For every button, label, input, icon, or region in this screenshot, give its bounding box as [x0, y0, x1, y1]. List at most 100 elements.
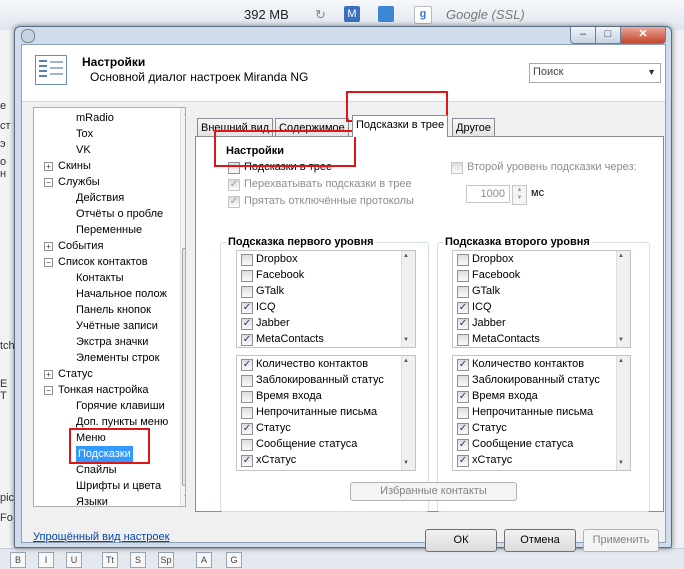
apply-button[interactable]: Применить: [583, 529, 659, 552]
item-checkbox[interactable]: ✓: [457, 455, 469, 467]
item-checkbox[interactable]: ✓: [457, 359, 469, 371]
format-toolbar-icon[interactable]: B: [10, 552, 26, 568]
maximize-button[interactable]: □: [595, 27, 621, 44]
scroll-down-icon[interactable]: ▼: [403, 460, 409, 466]
collapse-icon[interactable]: −: [44, 178, 53, 187]
item-checkbox[interactable]: [241, 375, 253, 387]
tree-item[interactable]: Переменные: [76, 222, 142, 238]
bookmark-icon[interactable]: [378, 6, 394, 22]
tree-item[interactable]: Начальное полож: [76, 286, 167, 302]
scrollbar[interactable]: [616, 251, 630, 347]
tree-item[interactable]: Статус: [58, 366, 93, 382]
tree-item[interactable]: Контакты: [76, 270, 124, 286]
item-checkbox[interactable]: ✓: [241, 334, 253, 346]
tree-item[interactable]: Горячие клавиши: [76, 398, 165, 414]
second-level-protocols[interactable]: Dropbox Facebook GTalk ✓ ICQ ✓ Jabber MetaConta…: [452, 250, 631, 348]
tree-item[interactable]: Тонкая настройка: [58, 382, 149, 398]
tree-item[interactable]: Языки: [76, 494, 108, 506]
search-dropdown[interactable]: Поиск ▼: [529, 63, 661, 83]
item-checkbox[interactable]: [457, 375, 469, 387]
item-checkbox[interactable]: [457, 286, 469, 298]
item-checkbox[interactable]: [241, 286, 253, 298]
tree-item[interactable]: Панель кнопок: [76, 302, 151, 318]
mail-icon[interactable]: M: [344, 6, 360, 22]
item-checkbox[interactable]: ✓: [457, 439, 469, 451]
scroll-down-icon[interactable]: ▼: [403, 337, 409, 343]
spinner-arrows-icon[interactable]: ▲ ▼: [512, 185, 527, 205]
tree-item[interactable]: Элементы строк: [76, 350, 159, 366]
tree-item[interactable]: VK: [76, 142, 91, 158]
first-level-protocols[interactable]: Dropbox Facebook GTalk ✓ ICQ ✓ Jabber ✓ MetaCont…: [236, 250, 416, 348]
scroll-up-icon[interactable]: ▲: [183, 110, 185, 117]
scroll-down-icon[interactable]: ▼: [618, 460, 624, 466]
scroll-up-icon[interactable]: ▲: [618, 253, 624, 259]
format-toolbar-icon[interactable]: S: [130, 552, 146, 568]
item-checkbox[interactable]: ✓: [457, 391, 469, 403]
item-checkbox[interactable]: [241, 439, 253, 451]
item-checkbox[interactable]: [457, 270, 469, 282]
item-checkbox[interactable]: ✓: [457, 423, 469, 435]
favorite-contacts-button[interactable]: Избранные контакты: [350, 482, 517, 501]
item-checkbox[interactable]: ✓: [241, 318, 253, 330]
scrollbar[interactable]: [401, 251, 415, 347]
tree-item[interactable]: События: [58, 238, 103, 254]
item-checkbox[interactable]: [457, 407, 469, 419]
format-toolbar-icon[interactable]: Tt: [102, 552, 118, 568]
close-button[interactable]: ✕: [620, 27, 666, 44]
item-checkbox[interactable]: [241, 254, 253, 266]
scroll-down-icon[interactable]: ▼: [618, 337, 624, 343]
scrollbar[interactable]: [401, 356, 415, 470]
tree-item[interactable]: Список контактов: [58, 254, 148, 270]
expand-icon[interactable]: +: [44, 370, 53, 379]
first-level-items[interactable]: ✓ Количество контактов Заблокированный ста…: [236, 355, 416, 471]
tree-item[interactable]: mRadio: [76, 110, 114, 126]
tab-tray-tooltips[interactable]: Подсказки в трее: [352, 115, 449, 137]
cancel-button[interactable]: Отмена: [504, 529, 576, 552]
item-checkbox[interactable]: ✓: [457, 318, 469, 330]
search-engine-box[interactable]: Google (SSL): [446, 7, 525, 22]
format-toolbar-icon[interactable]: U: [66, 552, 82, 568]
second-level-checkbox[interactable]: [451, 162, 463, 174]
item-checkbox[interactable]: [241, 270, 253, 282]
format-toolbar-icon[interactable]: Sp: [158, 552, 174, 568]
scroll-down-icon[interactable]: ▼: [183, 494, 185, 501]
delay-spinner[interactable]: 1000: [466, 185, 510, 203]
item-checkbox[interactable]: ✓: [241, 302, 253, 314]
simple-view-link[interactable]: Упрощённый вид настроек: [33, 531, 169, 543]
google-icon[interactable]: g: [414, 6, 432, 24]
minimize-button[interactable]: –: [570, 27, 596, 44]
refresh-icon[interactable]: ↻: [315, 7, 329, 22]
item-checkbox[interactable]: [457, 334, 469, 346]
item-checkbox[interactable]: [241, 391, 253, 403]
scroll-up-icon[interactable]: ▲: [618, 358, 624, 364]
item-checkbox[interactable]: [457, 254, 469, 266]
format-toolbar-icon[interactable]: G: [226, 552, 242, 568]
intercept-checkbox[interactable]: ✓: [228, 179, 240, 191]
collapse-icon[interactable]: −: [44, 386, 53, 395]
item-checkbox[interactable]: ✓: [457, 302, 469, 314]
hide-disabled-checkbox[interactable]: ✓: [228, 196, 240, 208]
item-checkbox[interactable]: ✓: [241, 455, 253, 467]
tree-item[interactable]: Tox: [76, 126, 93, 142]
scrollbar[interactable]: [616, 356, 630, 470]
item-checkbox[interactable]: ✓: [241, 359, 253, 371]
tree-item[interactable]: Спайлы: [76, 462, 117, 478]
expand-icon[interactable]: +: [44, 162, 53, 171]
tab-other[interactable]: Другое: [452, 118, 495, 137]
chevron-down-icon[interactable]: ▼: [647, 67, 656, 77]
tree-item[interactable]: Скины: [58, 158, 91, 174]
second-level-items[interactable]: ✓ Количество контактов Заблокированный ста…: [452, 355, 631, 471]
format-toolbar-icon[interactable]: A: [196, 552, 212, 568]
item-checkbox[interactable]: ✓: [241, 423, 253, 435]
tree-item[interactable]: Шрифты и цвета: [76, 478, 161, 494]
tree-item[interactable]: Действия: [76, 190, 124, 206]
scroll-up-icon[interactable]: ▲: [403, 358, 409, 364]
tree-item[interactable]: Отчёты о пробле: [76, 206, 163, 222]
tree-item[interactable]: Учётные записи: [76, 318, 158, 334]
collapse-icon[interactable]: −: [44, 258, 53, 267]
scroll-up-icon[interactable]: ▲: [403, 253, 409, 259]
ok-button[interactable]: ОК: [425, 529, 497, 552]
item-checkbox[interactable]: [241, 407, 253, 419]
expand-icon[interactable]: +: [44, 242, 53, 251]
format-toolbar-icon[interactable]: I: [38, 552, 54, 568]
